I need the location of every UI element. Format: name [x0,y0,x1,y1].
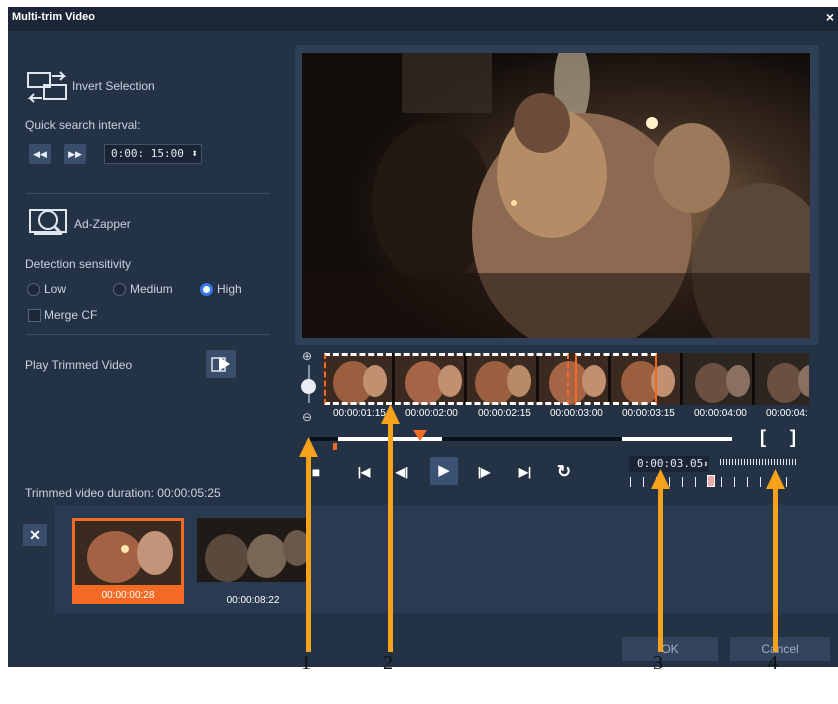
frame-thumbnail [755,353,809,405]
playhead-marker[interactable] [413,430,427,442]
timeline-time-label: 00:00:01:15 [333,408,386,419]
shuttle-bar[interactable] [720,459,796,465]
clip-time-label: 00:00:08:22 [226,595,280,606]
rewind-button[interactable]: ◀◀ [29,144,51,164]
radio-medium[interactable] [113,283,126,296]
previous-frame-button[interactable]: ◀| [390,459,414,485]
ok-button[interactable]: OK [622,637,718,661]
clip-item[interactable]: 00:00:08:22 [197,518,309,606]
trim-start-marker[interactable] [333,443,337,450]
ad-zapper-button[interactable]: Ad-Zapper [28,206,168,238]
callout-arrow [658,487,663,652]
merge-cf-label: Merge CF [44,308,98,322]
interval-spinner-icon[interactable]: ⬍ [191,145,198,163]
play-trimmed-video-icon [211,357,230,372]
close-icon[interactable]: × [826,9,834,25]
delete-clip-button[interactable]: ✕ [23,524,47,546]
go-to-end-button[interactable]: ▶| [513,459,537,485]
radio-high-label: High [217,282,242,296]
play-button[interactable]: ▶ [430,457,458,485]
zoom-slider-thumb[interactable] [301,379,316,394]
callout-number: 3 [653,652,663,674]
callout-arrow [773,487,778,652]
quick-search-interval-value: 0:00: 15:00 [111,147,184,160]
detection-sensitivity-label: Detection sensitivity [25,257,132,271]
jog-slider-thumb[interactable] [707,475,715,487]
merge-cf-checkbox[interactable] [28,309,41,322]
clip-thumbnail [197,518,309,582]
ad-zapper-label: Ad-Zapper [74,217,131,231]
ad-zapper-icon [29,209,67,236]
clip-thumbnail [75,521,181,585]
radio-low-label: Low [44,282,67,296]
callout-arrowhead [381,404,400,424]
invert-selection-label: Invert Selection [72,79,155,93]
timeline-time-label: 00:00:04:00 [694,408,747,419]
frame-strip[interactable] [323,353,809,405]
quick-search-label: Quick search interval: [25,118,141,132]
next-frame-button[interactable]: |▶ [472,459,496,485]
callout-arrowhead [651,469,670,489]
callout-arrow [388,422,393,652]
invert-selection-button[interactable]: Invert Selection [26,71,186,103]
timeline-time-label: 00:00:03:15 [622,408,675,419]
clip-tray-scrollbar[interactable] [55,613,838,623]
callout-arrow [306,455,311,652]
title-bar: Multi-trim Video × [8,7,838,31]
callout-number: 1 [301,652,311,674]
timecode-value: 0:00:03.05 [637,457,704,470]
clip-item-selected[interactable]: 00:00:00:28 [72,518,184,604]
go-to-start-button[interactable]: |◀ [352,459,376,485]
multi-trim-dialog: Multi-trim Video × Invert Selection Quic… [8,7,838,667]
callout-arrowhead [299,437,318,457]
window-title: Multi-trim Video [12,11,95,23]
radio-high[interactable] [200,283,213,296]
zoom-in-icon[interactable]: ⊕ [302,349,312,363]
trim-segment-outline[interactable] [324,353,569,405]
radio-low[interactable] [27,283,40,296]
frame-thumbnail [683,353,753,405]
timeline-time-label: 00:00:02:15 [478,408,531,419]
zoom-out-icon[interactable]: ⊖ [302,410,312,424]
video-preview[interactable] [302,53,810,338]
divider [26,193,270,194]
timeline-time-label: 00:00:03:00 [550,408,603,419]
play-trimmed-video-button[interactable] [206,350,236,378]
timeline-time-label: 00:00:04: [766,408,808,419]
divider [26,334,270,335]
trimmed-duration-text: Trimmed video duration: 00:00:05:25 [25,486,221,500]
trim-segment-outline[interactable] [575,353,657,405]
radio-medium-label: Medium [130,282,173,296]
timeline-time-label: 00:00:02:00 [405,408,458,419]
trim-range-bar [622,437,732,441]
video-frame-image [302,53,810,338]
invert-selection-icon [27,71,67,103]
callout-number: 4 [768,652,778,674]
mark-out-button[interactable]: ] [790,427,796,448]
cancel-button[interactable]: Cancel [730,637,830,661]
quick-search-interval-field[interactable]: 0:00: 15:00 ⬍ [104,144,202,164]
timecode-spinner-icon[interactable]: ⬍ [703,460,708,470]
mark-in-button[interactable]: [ [760,427,766,448]
clip-tray: 00:00:00:28 00:00:08:22 [55,505,838,623]
play-trimmed-video-label: Play Trimmed Video [25,358,133,372]
fast-forward-button[interactable]: ▶▶ [64,144,86,164]
callout-number: 2 [383,652,393,674]
callout-arrowhead [766,469,785,489]
clip-time-label: 00:00:00:28 [101,590,155,601]
repeat-icon[interactable]: ↻ [552,459,576,485]
